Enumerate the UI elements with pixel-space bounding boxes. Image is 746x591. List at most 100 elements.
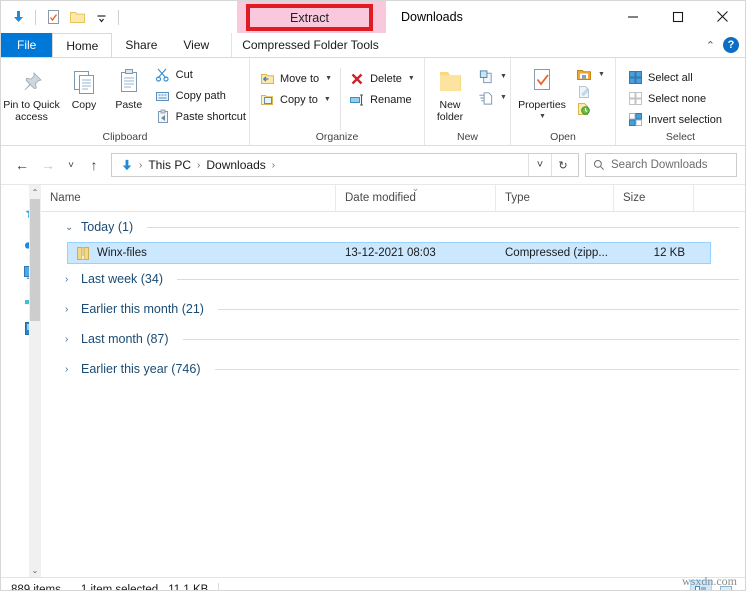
group-header-earlier-this-month[interactable]: › Earlier this month (21) <box>41 294 745 324</box>
file-type-cell: Compressed (zipp... <box>505 247 608 259</box>
refresh-button[interactable]: ↻ <box>551 154 574 176</box>
nav-scrollbar-thumb[interactable] <box>30 199 40 321</box>
select-all-icon <box>627 70 643 86</box>
zip-file-icon <box>76 246 90 261</box>
file-list: Name ⌄ Date modified Type Size ⌄ Today (… <box>41 183 745 577</box>
breadcrumb-bar[interactable]: › This PC › Downloads › ˅ ↻ <box>111 153 579 177</box>
breadcrumb-item-this-pc[interactable]: This PC <box>144 158 195 172</box>
search-input[interactable]: Search Downloads <box>611 159 708 171</box>
table-row[interactable]: Winx-files 13-12-2021 08:03 Compressed (… <box>67 242 711 264</box>
copy-button[interactable]: Copy <box>62 62 106 111</box>
move-to-button[interactable]: Move to ▼ <box>256 69 335 88</box>
chevron-right-icon[interactable]: › <box>65 334 75 345</box>
back-button[interactable]: ← <box>9 152 35 178</box>
select-buttons: Select all Select none Invert selection <box>624 65 725 129</box>
properties-label: Properties <box>518 99 566 111</box>
chevron-right-icon[interactable]: › <box>65 364 75 375</box>
paste-shortcut-button[interactable]: Paste shortcut <box>152 107 249 126</box>
paste-button[interactable]: Paste <box>106 62 152 111</box>
cut-button[interactable]: Cut <box>152 65 249 84</box>
delete-label: Delete <box>370 72 402 85</box>
properties-caret-icon[interactable]: ▼ <box>539 111 546 123</box>
breadcrumb-separator-1[interactable]: › <box>196 160 201 171</box>
file-name-cell[interactable]: Winx-files <box>68 246 337 261</box>
breadcrumb-separator-2[interactable]: › <box>271 160 276 171</box>
group-header-last-week[interactable]: › Last week (34) <box>41 264 745 294</box>
recent-locations-button[interactable]: ˅ <box>61 152 81 178</box>
collapse-ribbon-icon[interactable]: ⌃ <box>706 39 715 52</box>
nav-scroll-up-icon[interactable]: ⌃ <box>32 185 39 199</box>
copy-path-icon <box>155 88 171 104</box>
status-bar: 889 items 1 item selected 11.1 KB <box>1 577 745 590</box>
maximize-button[interactable] <box>655 1 700 32</box>
properties-icon[interactable] <box>42 6 64 28</box>
chevron-right-icon[interactable]: › <box>65 304 75 315</box>
new-folder-icon[interactable] <box>66 6 88 28</box>
select-all-button[interactable]: Select all <box>624 68 725 87</box>
help-icon[interactable]: ? <box>723 37 739 53</box>
ribbon-group-open: Properties ▼ ▼ Open <box>511 58 616 145</box>
group-divider-line <box>217 308 739 310</box>
column-header-type[interactable]: Type <box>496 185 614 211</box>
column-header-name[interactable]: Name <box>41 185 336 211</box>
navigation-pane-scrollbar[interactable]: ⌃ ⌄ <box>29 185 41 577</box>
group-header-earlier-this-year[interactable]: › Earlier this year (746) <box>41 354 745 384</box>
tab-file[interactable]: File <box>1 33 53 57</box>
copy-path-button[interactable]: Copy path <box>152 86 249 105</box>
group-header-last-month[interactable]: › Last month (87) <box>41 324 745 354</box>
address-dropdown-button[interactable]: ˅ <box>528 154 551 176</box>
organize-col-b: Delete ▼ Rename <box>346 66 418 109</box>
select-none-button[interactable]: Select none <box>624 89 725 108</box>
new-folder-button[interactable]: New folder <box>425 62 475 123</box>
column-header-date-modified[interactable]: ⌄ Date modified <box>336 183 496 211</box>
properties-icon <box>528 65 556 99</box>
copy-icon <box>69 65 99 99</box>
easy-access-button[interactable]: ▼ <box>475 88 510 107</box>
search-box[interactable]: Search Downloads <box>585 153 737 177</box>
column-header-size[interactable]: Size <box>614 185 694 211</box>
column-header-size-label: Size <box>623 192 646 204</box>
move-to-label: Move to <box>280 72 320 85</box>
up-button[interactable]: ↑ <box>81 152 107 178</box>
invert-selection-button[interactable]: Invert selection <box>624 110 725 129</box>
copy-to-button[interactable]: Copy to ▼ <box>256 90 335 109</box>
tab-share[interactable]: Share <box>112 33 170 57</box>
window-controls <box>610 1 745 32</box>
group-header-earlier-this-year-label: Earlier this year (746) <box>81 362 201 376</box>
paste-icon <box>115 65 143 99</box>
new-folder-icon <box>435 65 465 99</box>
copy-to-caret-icon[interactable]: ▼ <box>324 96 331 103</box>
properties-button[interactable]: Properties ▼ <box>511 62 573 123</box>
tab-extract[interactable]: Extract <box>246 4 373 31</box>
chevron-right-icon[interactable]: › <box>65 274 75 285</box>
ribbon-group-title-organize: Organize <box>315 131 359 143</box>
new-item-button[interactable]: ▼ <box>475 67 510 86</box>
download-icon[interactable] <box>7 6 29 28</box>
nav-scroll-down-icon[interactable]: ⌄ <box>32 563 39 577</box>
group-header-today[interactable]: ⌄ Today (1) <box>41 212 745 242</box>
move-to-caret-icon[interactable]: ▼ <box>325 75 332 82</box>
tab-view[interactable]: View <box>170 33 222 57</box>
breadcrumb-item-downloads[interactable]: Downloads <box>202 158 269 172</box>
column-headers: Name ⌄ Date modified Type Size <box>41 183 745 212</box>
window-title: Downloads <box>401 10 463 24</box>
close-button[interactable] <box>700 1 745 32</box>
history-button[interactable] <box>573 100 608 117</box>
ribbon-group-select: Select all Select none Invert selection … <box>616 58 745 145</box>
select-none-icon <box>627 91 643 107</box>
rename-button[interactable]: Rename <box>346 90 418 109</box>
pin-to-quick-access-button[interactable]: Pin to Quick access <box>1 62 62 123</box>
group-header-last-week-label: Last week (34) <box>81 272 163 286</box>
tab-home[interactable]: Home <box>52 33 113 57</box>
chevron-down-icon[interactable]: ⌄ <box>65 222 75 233</box>
new-item-caret-icon[interactable]: ▼ <box>500 73 507 80</box>
delete-caret-icon[interactable]: ▼ <box>408 75 415 82</box>
delete-button[interactable]: Delete ▼ <box>346 69 418 88</box>
copy-to-icon <box>259 92 275 108</box>
select-none-label: Select none <box>648 92 707 105</box>
easy-access-caret-icon[interactable]: ▼ <box>500 94 507 101</box>
minimize-button[interactable] <box>610 1 655 32</box>
open-button[interactable]: ▼ <box>573 66 608 83</box>
customize-dropdown-icon[interactable] <box>90 6 112 28</box>
open-caret-icon[interactable]: ▼ <box>598 71 605 78</box>
